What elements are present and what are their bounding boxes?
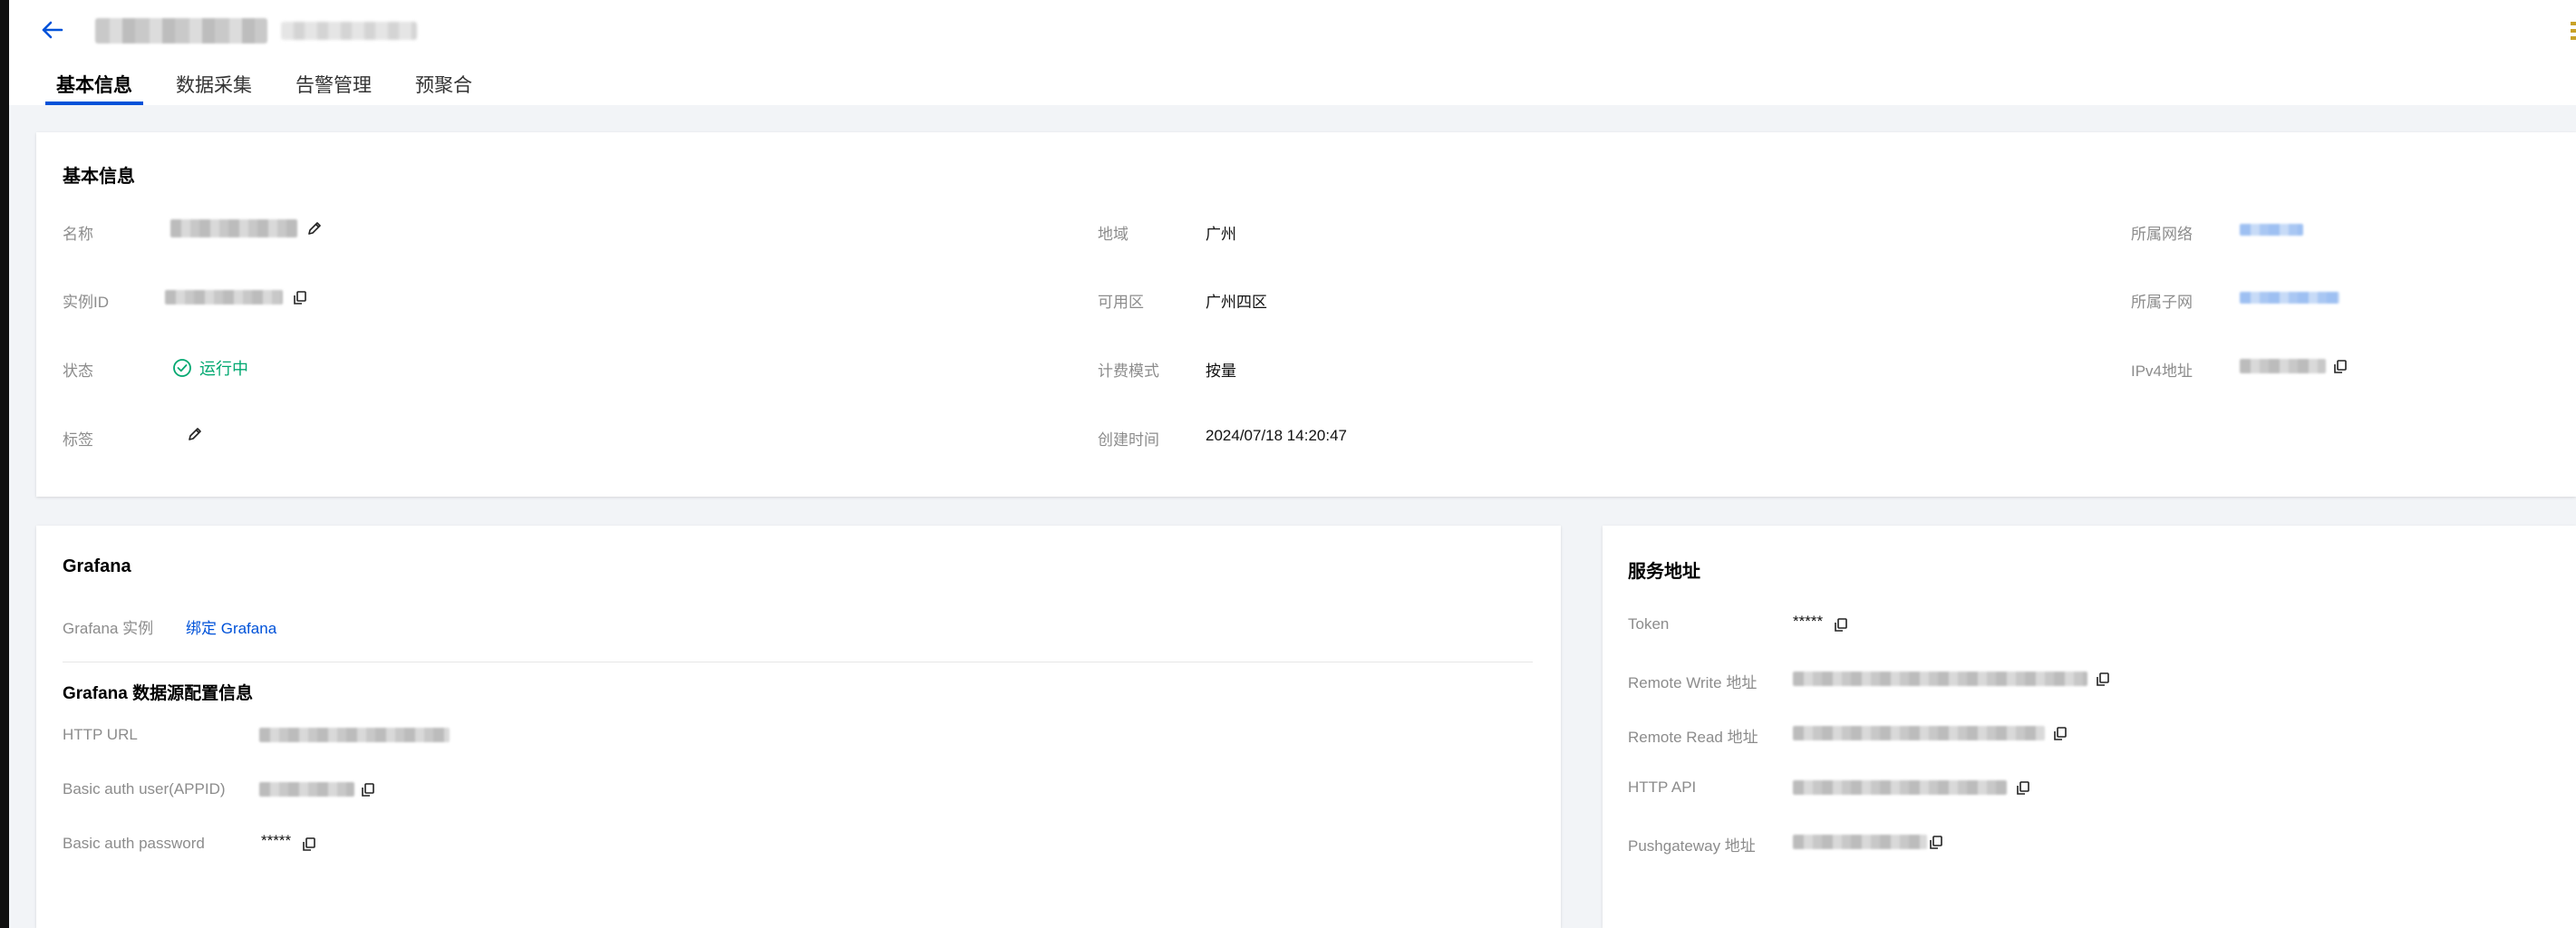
copy-password-icon[interactable]: [300, 836, 318, 854]
vpc-label: 所属网络: [2131, 226, 2193, 243]
tab-pre-aggregation[interactable]: 预聚合: [393, 62, 494, 105]
subnet-link-redacted[interactable]: [2240, 292, 2339, 304]
basic-auth-user-value-redacted: [259, 782, 354, 797]
instance-subtitle-redacted: [281, 22, 417, 40]
token-label: Token: [1628, 615, 1670, 633]
page: 基本信息 数据采集 告警管理 预聚合 基本信息 名称 实例ID 状态 运行中 标…: [0, 0, 2576, 928]
more-icon[interactable]: [2571, 22, 2576, 40]
created-time-label: 创建时间: [1098, 431, 1159, 449]
tab-bar: 基本信息 数据采集 告警管理 预聚合: [34, 62, 494, 105]
http-api-value-redacted: [1793, 780, 2007, 795]
copy-http-api-icon[interactable]: [2014, 779, 2032, 798]
grafana-instance-label: Grafana 实例: [63, 620, 154, 637]
basic-auth-password-label: Basic auth password: [63, 835, 205, 852]
window-edge: [0, 0, 9, 928]
copy-ipv4-icon[interactable]: [2331, 358, 2349, 376]
name-value-redacted: [170, 219, 297, 237]
datasource-title: Grafana 数据源配置信息: [63, 684, 254, 703]
edit-icon[interactable]: [305, 219, 324, 237]
pushgateway-label: Pushgateway 地址: [1628, 837, 1756, 855]
grafana-title: Grafana: [63, 556, 131, 576]
vpc-link-redacted[interactable]: [2240, 224, 2303, 236]
ipv4-value-redacted: [2240, 359, 2326, 373]
copy-appid-icon[interactable]: [359, 781, 377, 799]
name-label: 名称: [63, 226, 93, 243]
created-time-value: 2024/07/18 14:20:47: [1206, 427, 1347, 444]
http-api-label: HTTP API: [1628, 778, 1697, 796]
pushgateway-value-redacted: [1793, 835, 1927, 849]
top-bar: 基本信息 数据采集 告警管理 预聚合: [9, 0, 2576, 105]
basic-auth-user-label: Basic auth user(APPID): [63, 780, 226, 798]
tab-data-collection[interactable]: 数据采集: [154, 62, 274, 105]
remote-read-label: Remote Read 地址: [1628, 729, 1758, 746]
status-label: 状态: [63, 362, 93, 380]
tab-basic-info[interactable]: 基本信息: [34, 62, 154, 105]
status-text: 运行中: [199, 360, 248, 378]
token-value: *****: [1793, 613, 1824, 630]
ipv4-label: IPv4地址: [2131, 362, 2193, 380]
region-value: 广州: [1206, 226, 1236, 243]
copy-token-icon[interactable]: [1832, 616, 1850, 634]
zone-value: 广州四区: [1206, 294, 1267, 311]
zone-label: 可用区: [1098, 294, 1144, 311]
status-badge: 运行中: [172, 356, 248, 380]
remote-write-value-redacted: [1793, 672, 2087, 686]
copy-pushgateway-icon[interactable]: [1927, 834, 1945, 852]
billing-value: 按量: [1206, 362, 1236, 380]
remote-read-value-redacted: [1793, 726, 2045, 740]
copy-icon[interactable]: [291, 289, 309, 307]
copy-remote-read-icon[interactable]: [2051, 725, 2069, 743]
bind-grafana-link[interactable]: 绑定 Grafana: [186, 615, 276, 638]
grafana-card: Grafana Grafana 实例 绑定 Grafana Grafana 数据…: [36, 526, 1561, 928]
service-address-title: 服务地址: [1628, 562, 1700, 582]
tag-label: 标签: [63, 431, 93, 449]
billing-label: 计费模式: [1098, 362, 1159, 380]
region-label: 地域: [1098, 226, 1128, 243]
tab-alert-management[interactable]: 告警管理: [274, 62, 393, 105]
instance-title-redacted: [95, 18, 267, 44]
basic-auth-password-value: *****: [261, 832, 292, 849]
basic-info-title: 基本信息: [63, 167, 135, 187]
instance-id-label: 实例ID: [63, 294, 109, 311]
remote-write-label: Remote Write 地址: [1628, 674, 1758, 691]
basic-info-card: 基本信息 名称 实例ID 状态 运行中 标签 地域 广州 可用区 广州四区 计费…: [36, 132, 2576, 497]
edit-tag-icon[interactable]: [186, 425, 204, 443]
instance-id-value-redacted: [165, 290, 283, 304]
check-circle-icon: [173, 359, 191, 377]
subnet-label: 所属子网: [2131, 294, 2193, 311]
service-address-card: 服务地址 Token ***** Remote Write 地址 Remote …: [1603, 526, 2576, 928]
copy-remote-write-icon[interactable]: [2094, 671, 2112, 689]
http-url-value-redacted: [259, 728, 450, 742]
http-url-label: HTTP URL: [63, 726, 138, 743]
arrow-left-icon[interactable]: [34, 14, 71, 45]
